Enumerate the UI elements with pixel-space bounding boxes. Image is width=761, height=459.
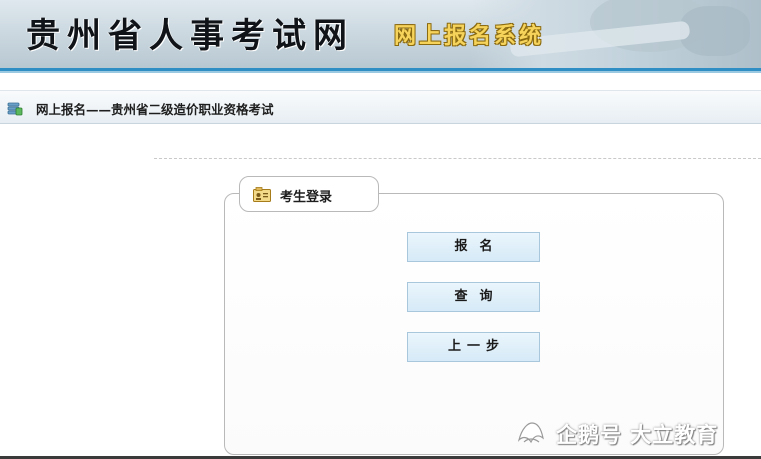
penguin-logo-icon <box>517 422 544 444</box>
query-button[interactable]: 查询 <box>407 282 540 312</box>
database-icon <box>7 102 23 116</box>
login-panel-tab: 考生登录 <box>239 176 379 212</box>
watermark-text: 企鹅号 大立教育 <box>556 423 719 447</box>
register-button[interactable]: 报名 <box>407 232 540 262</box>
site-banner: 贵州省人事考试网 网上报名系统 <box>0 0 761 68</box>
site-subtitle: 网上报名系统 <box>394 24 545 49</box>
back-button[interactable]: 上一步 <box>407 332 540 362</box>
breadcrumb: 网上报名——贵州省二级造价职业资格考试 <box>0 90 761 124</box>
breadcrumb-text: 网上报名——贵州省二级造价职业资格考试 <box>36 102 274 117</box>
id-card-icon <box>253 187 271 202</box>
site-title: 贵州省人事考试网 <box>26 16 354 56</box>
banner-divider-light <box>0 71 761 73</box>
section-divider <box>154 158 761 159</box>
login-panel-title: 考生登录 <box>280 190 333 205</box>
